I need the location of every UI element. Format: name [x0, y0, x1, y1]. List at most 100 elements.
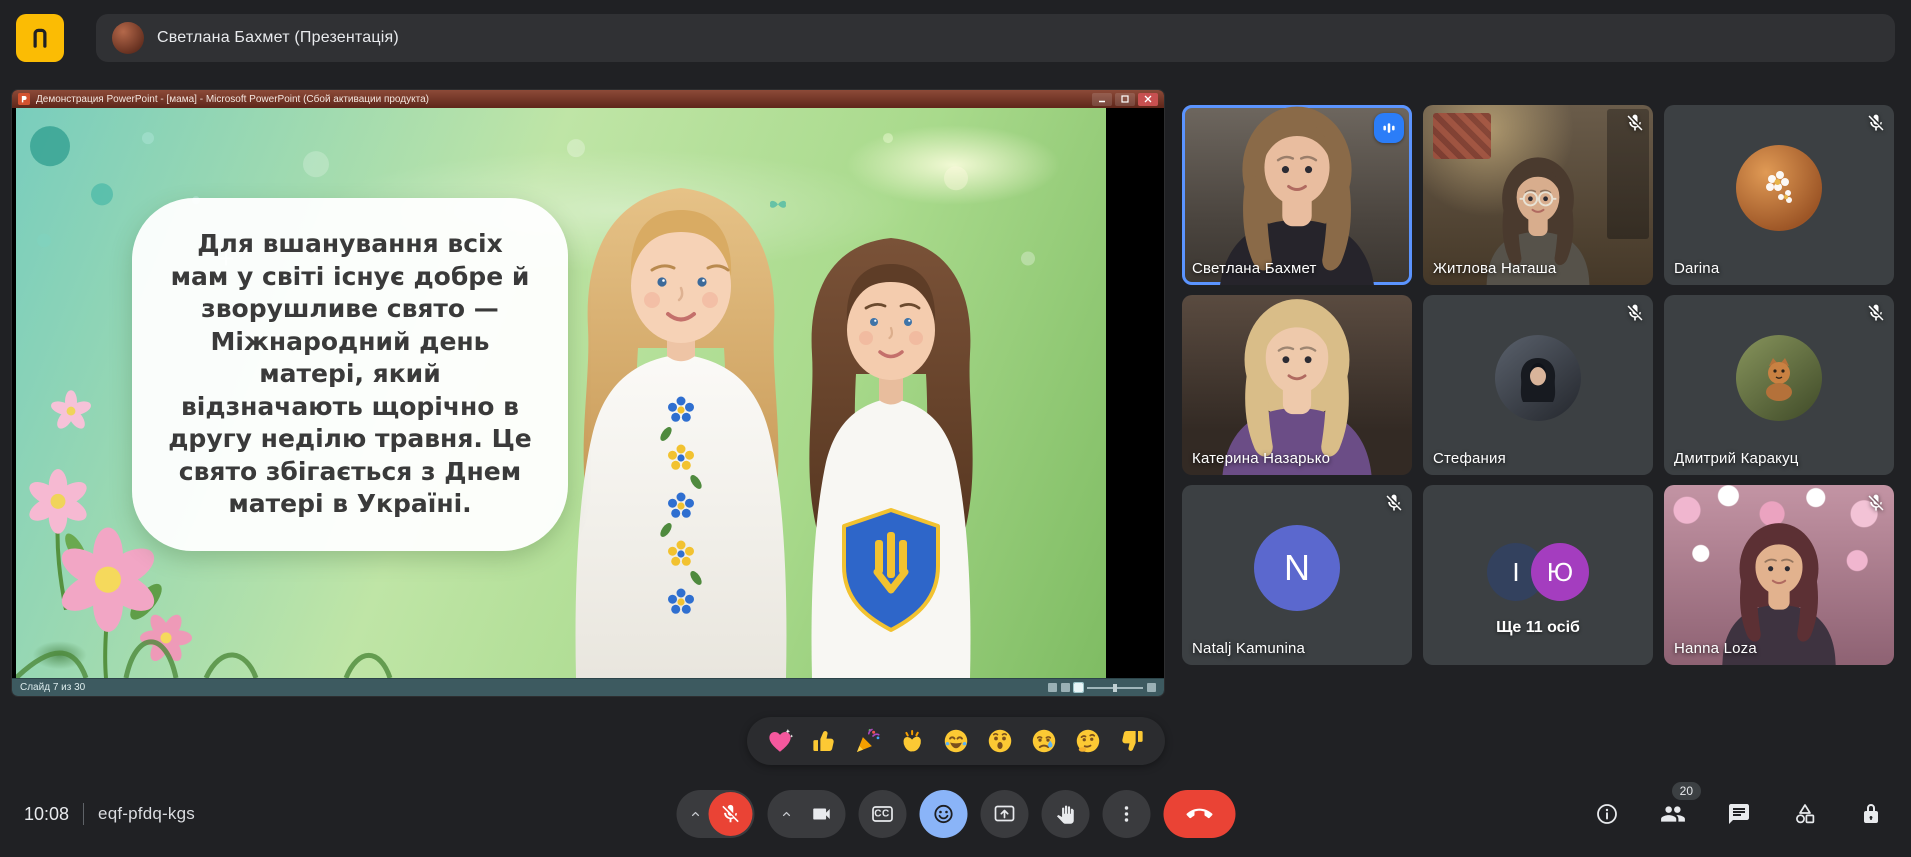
end-call-icon — [1186, 801, 1212, 827]
meeting-info: 10:08 eqf-pfdq-kgs — [24, 786, 195, 842]
present-button[interactable] — [980, 790, 1028, 838]
presenter-avatar — [112, 22, 144, 54]
view-controls — [1048, 683, 1156, 692]
participant-tile-zhytlova[interactable]: Житлова Наташа — [1423, 105, 1653, 285]
mute-button[interactable] — [708, 792, 752, 836]
participant-tile-dmytrii[interactable]: Дмитрий Каракуц — [1664, 295, 1894, 475]
slide: Для вшанування всіх мам у світі існує до… — [16, 108, 1106, 678]
fit-window-icon — [1147, 683, 1156, 692]
mic-options-button[interactable] — [684, 790, 706, 838]
slide-text-bubble: Для вшанування всіх мам у світі існує до… — [132, 198, 568, 551]
participant-tile-svitlana[interactable]: Светлана Бахмет — [1182, 105, 1412, 285]
host-controls-icon — [1859, 802, 1883, 826]
reactions-bar — [747, 717, 1165, 765]
videocam-icon — [810, 803, 832, 825]
character-avatar-art — [1508, 348, 1568, 408]
thumbs-down-icon[interactable] — [1117, 726, 1147, 756]
cc-label: CC — [858, 808, 906, 819]
screenshare-view: Демонстрация PowerPoint - [мама] - Micro… — [12, 90, 1164, 696]
mic-off-icon — [1866, 113, 1886, 133]
camera-options-button[interactable] — [775, 790, 797, 838]
slide-canvas: Для вшанування всіх мам у світі існує до… — [12, 108, 1164, 678]
thumbs-up-icon[interactable] — [809, 726, 839, 756]
avatar — [1736, 335, 1822, 421]
maximize-icon — [1115, 93, 1135, 106]
normal-view-icon — [1048, 683, 1057, 692]
presenter-name: Светлана Бахмет (Презентація) — [157, 29, 399, 47]
cat-avatar-art — [1749, 348, 1809, 408]
activities-icon — [1793, 802, 1817, 826]
participant-name: Катерина Назарько — [1192, 450, 1330, 467]
camera-control — [767, 790, 845, 838]
more-options-button[interactable] — [1102, 790, 1150, 838]
close-icon — [1138, 93, 1158, 106]
slide-counter: Слайд 7 из 30 — [20, 682, 85, 693]
zoom-slider — [1087, 687, 1143, 689]
participants-button[interactable]: 20 — [1651, 790, 1695, 838]
letter-avatar: N — [1254, 525, 1340, 611]
participant-name: Hanna Loza — [1674, 640, 1757, 657]
clock: 10:08 — [24, 804, 69, 825]
participant-tile-stefania[interactable]: Стефания — [1423, 295, 1653, 475]
participant-tile-hanna[interactable]: Hanna Loza — [1664, 485, 1894, 665]
avatar — [1736, 145, 1822, 231]
participant-tile-katerina[interactable]: Катерина Назарько — [1182, 295, 1412, 475]
top-bar: Светлана Бахмет (Презентація) — [0, 0, 1911, 76]
participant-count-badge: 20 — [1672, 782, 1701, 800]
more-options-icon — [1115, 803, 1137, 825]
thinking-face-icon[interactable] — [1073, 726, 1103, 756]
camera-button[interactable] — [799, 792, 843, 836]
mic-off-icon — [1625, 113, 1645, 133]
mic-off-icon — [1866, 303, 1886, 323]
powerpoint-titlebar: Демонстрация PowerPoint - [мама] - Micro… — [12, 90, 1164, 108]
crying-face-icon[interactable] — [1029, 726, 1059, 756]
clapping-hands-icon[interactable] — [897, 726, 927, 756]
call-controls: CC — [676, 790, 1235, 838]
captions-button[interactable]: CC — [858, 790, 906, 838]
overflow-avatars: І Ю — [1423, 543, 1653, 601]
face-with-tears-of-joy-icon[interactable] — [941, 726, 971, 756]
slideshow-view-icon — [1074, 683, 1083, 692]
speaking-indicator-icon — [1374, 113, 1404, 143]
party-popper-icon[interactable] — [853, 726, 883, 756]
raise-hand-icon — [1055, 804, 1076, 825]
letter-avatar: Ю — [1531, 543, 1589, 601]
activities-button[interactable] — [1783, 790, 1827, 838]
minimize-icon — [1092, 93, 1112, 106]
end-call-button[interactable] — [1163, 790, 1235, 838]
info-icon — [1595, 802, 1619, 826]
mic-off-icon — [1625, 303, 1645, 323]
sorter-view-icon — [1061, 683, 1070, 692]
panel-buttons: 20 — [1585, 786, 1893, 842]
participant-name: Дмитрий Каракуц — [1674, 450, 1799, 467]
participant-tile-natalj[interactable]: N Natalj Kamunina — [1182, 485, 1412, 665]
powerpoint-app-icon — [18, 93, 30, 105]
meeting-code: eqf-pfdq-kgs — [98, 804, 195, 824]
powerpoint-statusbar: Слайд 7 из 30 — [12, 678, 1164, 696]
chat-button[interactable] — [1717, 790, 1761, 838]
overflow-count-label: Ще 11 осіб — [1423, 619, 1653, 637]
reactions-button[interactable] — [919, 790, 967, 838]
chevron-up-icon — [779, 807, 793, 821]
presentation-banner: Светлана Бахмет (Презентація) — [96, 14, 1895, 62]
mic-off-icon — [1866, 493, 1886, 513]
meeting-details-button[interactable] — [1585, 790, 1629, 838]
chat-icon — [1727, 802, 1751, 826]
host-controls-button[interactable] — [1849, 790, 1893, 838]
present-screen-icon — [992, 802, 1016, 826]
control-bar: 10:08 eqf-pfdq-kgs CC — [0, 786, 1911, 842]
avatar — [1495, 335, 1581, 421]
participant-tile-darina[interactable]: Darina — [1664, 105, 1894, 285]
participant-grid: Светлана Бахмет Житлова Наташа Darina Ка… — [1182, 105, 1894, 665]
overflow-tile[interactable]: І Ю Ще 11 осіб — [1423, 485, 1653, 665]
mic-control — [676, 790, 754, 838]
participant-name: Светлана Бахмет — [1192, 260, 1317, 277]
raise-hand-button[interactable] — [1041, 790, 1089, 838]
flower-avatar-art — [1752, 161, 1806, 215]
participant-name: Darina — [1674, 260, 1719, 277]
astonished-face-icon[interactable] — [985, 726, 1015, 756]
slide-text: Для вшанування всіх мам у світі існує до… — [166, 228, 534, 521]
people-icon — [1660, 801, 1686, 827]
sparkling-heart-icon[interactable] — [765, 726, 795, 756]
mic-off-icon — [719, 803, 741, 825]
